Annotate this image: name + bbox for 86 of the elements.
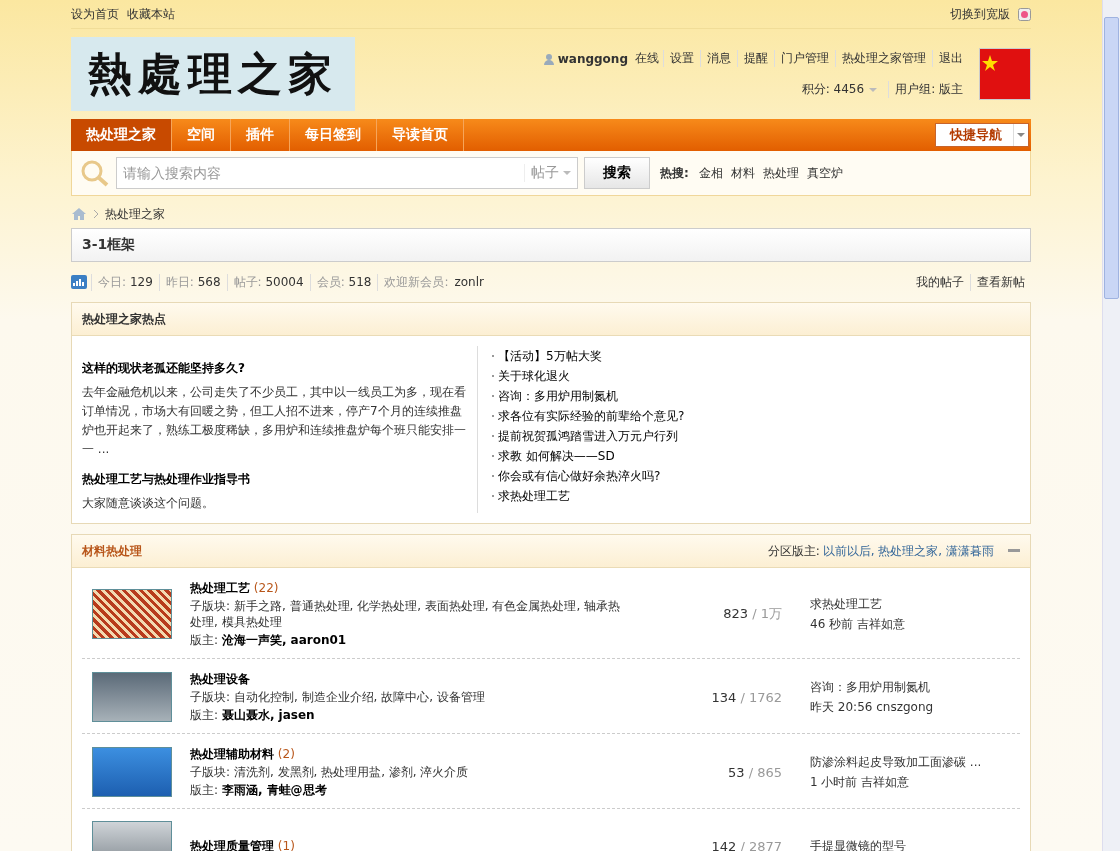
hot-thread-link[interactable]: 求热处理工艺 — [498, 486, 570, 506]
hot-thread-link[interactable]: 关于球化退火 — [498, 366, 570, 386]
breadcrumb-link[interactable]: 热处理之家 — [105, 205, 165, 223]
article-title[interactable]: 热处理工艺与热处理作业指导书 — [82, 471, 467, 488]
stat-item: 昨日: 568 — [158, 273, 227, 291]
new-member-link[interactable]: zonlr — [454, 275, 484, 289]
hot-thread-link[interactable]: 咨询：多用炉用制氮机 — [498, 386, 618, 406]
user-menu-link[interactable]: 提醒 — [737, 50, 774, 67]
subforum-list: 子版块: 自动化控制, 制造企业介绍, 故障中心, 设备管理 — [190, 689, 632, 705]
username-link[interactable]: wanggong — [557, 51, 628, 66]
chevron-icon — [93, 209, 99, 219]
thread-post-count: 142 / 2877 — [710, 838, 783, 851]
forum-moderators: 版主: 聂山聂水, jasen — [190, 707, 316, 723]
home-icon[interactable] — [71, 207, 87, 221]
user-icon — [542, 52, 555, 65]
forum-name[interactable]: 热处理工艺 — [190, 580, 250, 596]
hot-search-link[interactable]: 金相 — [698, 164, 723, 182]
search-button[interactable]: 搜索 — [584, 157, 650, 189]
last-post-link[interactable]: 求热处理工艺 — [810, 595, 1002, 613]
last-post-link[interactable]: 手提显微镜的型号 — [810, 837, 1002, 851]
post-link[interactable]: 查看新帖 — [970, 273, 1031, 291]
online-status: 在线 — [634, 50, 660, 67]
forum-image[interactable] — [92, 747, 172, 797]
moderators-label: 分区版主: — [766, 542, 821, 560]
post-link[interactable]: 我的帖子 — [910, 273, 970, 291]
thread-post-count: 53 / 865 — [726, 764, 783, 780]
search-icon — [80, 159, 110, 187]
top-link[interactable]: 收藏本站 — [127, 6, 175, 21]
article-summary: 大家随意谈谈这个问题。 — [82, 495, 215, 512]
user-menu-link[interactable]: 退出 — [932, 50, 969, 67]
forum-moderators: 版主: 李雨涵, 青蛙@思考 — [190, 782, 328, 798]
stat-item: 会员: 518 — [309, 273, 378, 291]
last-post-link[interactable]: 防渗涂料起皮导致加工面渗碳 ... — [810, 753, 1002, 771]
hot-search-label: 热搜: — [659, 164, 690, 182]
today-count: (1) — [276, 838, 295, 851]
last-post-meta: 昨天 20:56 cnszgong — [810, 698, 935, 716]
user-menu-link[interactable]: 热处理之家管理 — [835, 50, 932, 67]
stat-item: 今日: 129 — [91, 273, 159, 291]
user-group-label: 用户组: 版主 — [888, 81, 969, 98]
thread-post-count: 134 / 1762 — [710, 689, 783, 705]
hot-thread-link[interactable]: 你会或有信心做好余热淬火吗? — [498, 466, 661, 486]
wide-toggle-link[interactable]: 切换到宽版 — [950, 5, 1010, 23]
hot-thread-link[interactable]: 提前祝贺孤鸿踏雪进入万元户行列 — [498, 426, 678, 446]
hot-search-link[interactable]: 真空炉 — [806, 164, 843, 182]
new-member-label: 欢迎新会员: — [377, 273, 455, 291]
article-title[interactable]: 这样的现状老孤还能坚持多久? — [82, 360, 467, 377]
caret-icon — [868, 86, 879, 93]
last-post-link[interactable]: 咨询：多用炉用制氮机 — [810, 678, 1002, 696]
moderator-links[interactable]: 以前以后, 热处理之家, 潇潇暮雨 — [822, 542, 994, 560]
last-post-meta: 46 秒前 吉祥如意 — [810, 615, 906, 633]
palette-icon[interactable] — [1018, 7, 1031, 21]
user-menu-link[interactable]: 消息 — [700, 50, 737, 67]
forum-name[interactable]: 热处理设备 — [190, 671, 250, 687]
page-title: 3-1框架 — [71, 228, 1031, 262]
article-summary: 去年金融危机以来，公司走失了不少员工，其中以一线员工为多，现在看订单情况，市场大有回暖之势，但工人招不进来，停产7个月的连续推盘炉也开起来了，熟练工极度稀缺，多用炉和连续推盘炉每个班只能安排一一 ... — [82, 384, 467, 458]
forum-image[interactable] — [92, 672, 172, 722]
chart-icon — [71, 275, 87, 289]
forum-moderators: 版主: 沧海一声笑, aaron01 — [190, 632, 348, 648]
last-post-meta: 1 小时前 吉祥如意 — [810, 773, 911, 791]
caret-icon — [1017, 132, 1025, 138]
scrollbar[interactable] — [1102, 0, 1120, 851]
thread-post-count: 823 / 1万 — [722, 605, 783, 623]
nav-tab[interactable]: 热处理之家 — [71, 119, 172, 151]
subforum-list: 子版块: 清洗剂, 发黑剂, 热处理用盐, 渗剂, 淬火介质 — [190, 764, 632, 780]
flag-avatar — [979, 48, 1031, 100]
top-link[interactable]: 设为首页 — [71, 6, 119, 21]
today-count: (2) — [276, 746, 295, 762]
points-label[interactable]: 积分: 4456 — [801, 81, 865, 98]
hot-search-link[interactable]: 热处理 — [762, 164, 799, 182]
today-count: (22) — [252, 580, 279, 596]
collapse-icon[interactable] — [1008, 549, 1020, 553]
hot-thread-link[interactable]: 求教 如何解决——SD — [498, 446, 615, 466]
hot-thread-link[interactable]: 【活动】5万帖大奖 — [498, 346, 602, 366]
forum-image[interactable] — [92, 589, 172, 639]
panel-title: 热处理之家热点 — [82, 310, 166, 328]
user-menu-link[interactable]: 设置 — [663, 50, 700, 67]
stat-item: 帖子: 50004 — [226, 273, 310, 291]
caret-icon — [563, 170, 571, 176]
subforum-list: 子版块: 新手之路, 普通热处理, 化学热处理, 表面热处理, 有色金属热处理, 轴承热处理, 模具热处理 — [190, 598, 632, 630]
site-logo[interactable]: 熱處理之家 — [71, 37, 355, 111]
hot-search-link[interactable]: 材料 — [730, 164, 755, 182]
quick-nav-button[interactable]: 快捷导航 — [935, 123, 1029, 147]
user-menu-link[interactable]: 门户管理 — [774, 50, 835, 67]
category-title[interactable]: 材料热处理 — [82, 542, 142, 560]
hot-thread-link[interactable]: 求各位有实际经验的前辈给个意见? — [498, 406, 685, 426]
forum-name[interactable]: 热处理辅助材料 — [190, 746, 274, 762]
